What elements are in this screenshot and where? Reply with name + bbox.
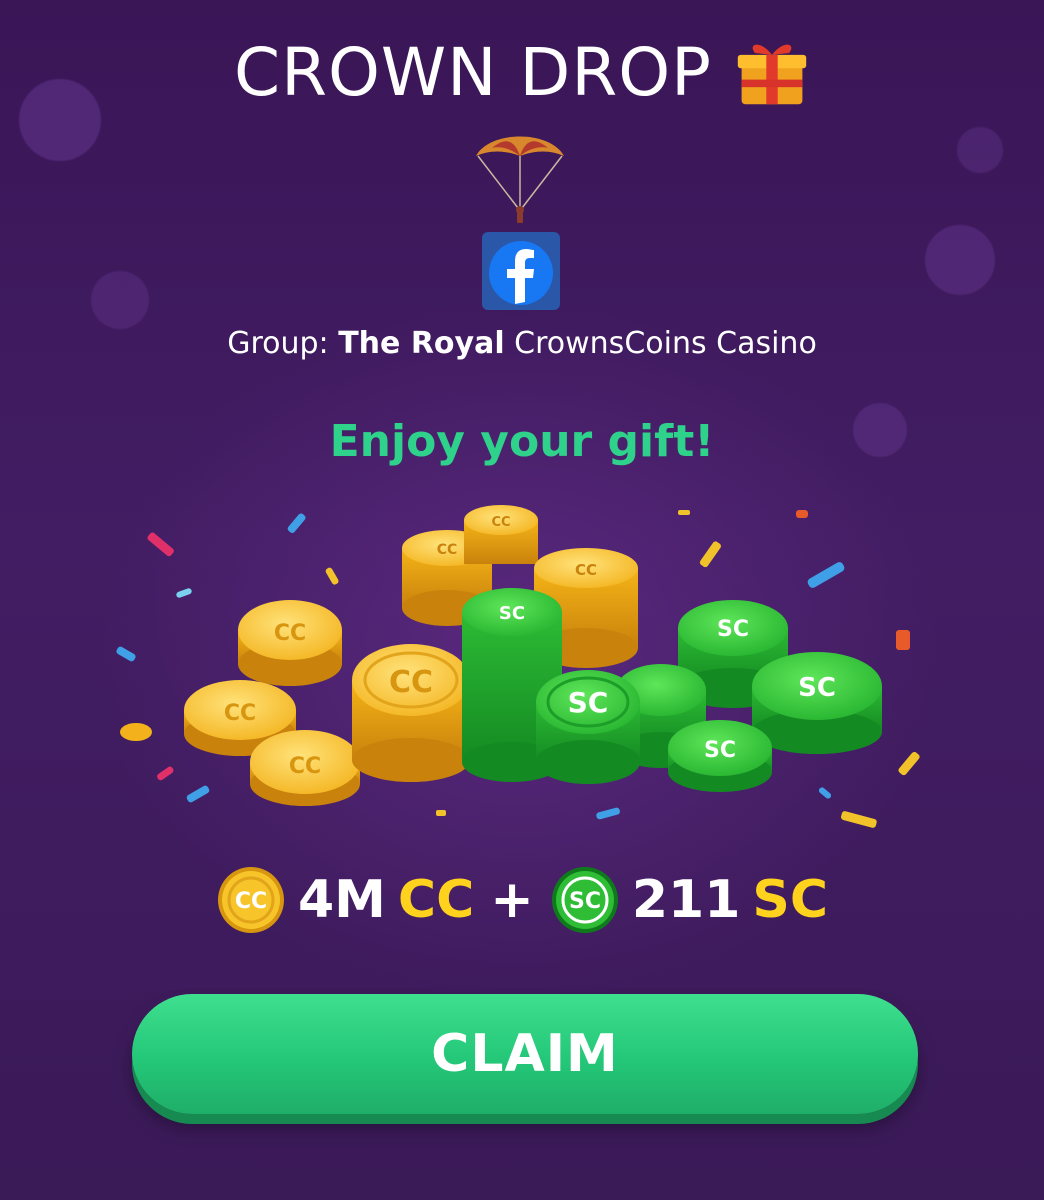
svg-text:CC: CC	[437, 542, 458, 558]
plus-sign: +	[490, 870, 534, 930]
facebook-icon	[482, 232, 560, 310]
cc-amount: 4M	[297, 870, 386, 930]
parachute-icon	[476, 136, 564, 223]
sc-amount: 211	[631, 870, 741, 930]
svg-text:SC: SC	[798, 673, 836, 703]
cc-unit: CC	[397, 870, 475, 930]
svg-text:SC: SC	[704, 738, 736, 763]
group-name-bold: The Royal	[338, 326, 505, 361]
reward-summary: CC 4M CC + SC 211 SC	[0, 862, 1044, 938]
svg-text:SC: SC	[568, 686, 609, 719]
svg-text:CC: CC	[235, 889, 267, 914]
svg-text:SC: SC	[569, 889, 601, 914]
page-title: CROWN DROP	[234, 33, 712, 111]
group-prefix: Group:	[227, 326, 329, 361]
svg-text:CC: CC	[289, 754, 321, 779]
group-name-rest: CrownsCoins Casino	[514, 326, 817, 361]
group-line: Group: The Royal CrownsCoins Casino	[0, 326, 1044, 361]
svg-text:SC: SC	[717, 617, 749, 642]
crown-drop-screen: CROWN DROP Group: The Royal CrownsCoins …	[0, 0, 1044, 1200]
green-coins: SC SC SC SC SC	[462, 588, 882, 792]
cc-coin-icon: CC	[217, 867, 284, 933]
svg-text:CC: CC	[389, 665, 433, 700]
svg-text:CC: CC	[224, 701, 256, 726]
svg-text:CC: CC	[274, 621, 306, 646]
gold-coins-left: CC CC CC CC	[184, 600, 470, 806]
claim-button[interactable]: CLAIM	[132, 994, 918, 1114]
claim-button-label: CLAIM	[431, 1024, 619, 1084]
svg-text:SC: SC	[499, 603, 525, 624]
enjoy-message: Enjoy your gift!	[329, 416, 715, 467]
gift-icon	[737, 44, 807, 105]
svg-text:CC: CC	[491, 515, 510, 530]
sc-unit: SC	[752, 870, 828, 930]
sc-coin-icon: SC	[551, 867, 618, 933]
coin-pile-image: CC CC CC CC CC CC CC SC SC SC SC SC	[116, 505, 920, 828]
title-row: CROWN DROP	[0, 22, 1044, 122]
svg-text:CC: CC	[575, 561, 597, 579]
